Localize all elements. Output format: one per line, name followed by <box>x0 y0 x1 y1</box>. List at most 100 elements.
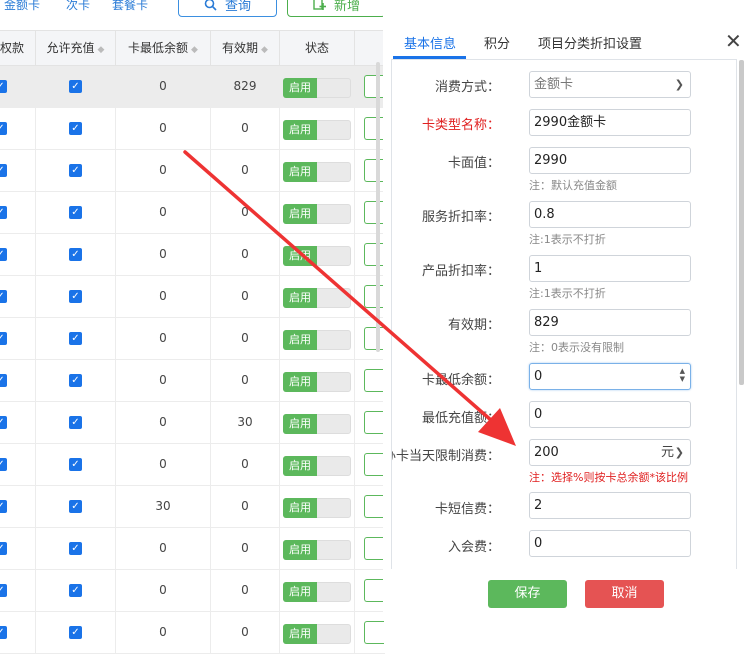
permission-checkbox[interactable]: ✓ <box>0 542 7 555</box>
col-header-min-balance[interactable]: 卡最低余额 ◆ <box>116 31 211 66</box>
permission-checkbox[interactable]: ✓ <box>0 416 7 429</box>
permission-checkbox[interactable]: ✓ <box>0 206 7 219</box>
allow-recharge-checkbox[interactable]: ✓ <box>69 500 82 513</box>
col-header-status[interactable]: 状态 <box>280 31 355 66</box>
tab-basic-info[interactable]: 基本信息 <box>404 33 456 52</box>
allow-recharge-checkbox[interactable]: ✓ <box>69 416 82 429</box>
tab-points[interactable]: 积分 <box>484 33 510 52</box>
permission-checkbox[interactable]: ✓ <box>0 332 7 345</box>
save-button[interactable]: 保存 <box>488 580 567 608</box>
row-action-button[interactable] <box>364 75 384 98</box>
table-row[interactable]: ✓ ✓ 0 829 启用 <box>0 66 385 108</box>
row-action-button[interactable] <box>364 117 384 140</box>
sms-fee-input[interactable]: 2 <box>529 492 691 519</box>
face-value-input[interactable]: 2990 <box>529 147 691 174</box>
spinner-icon[interactable]: ▲ ▼ <box>680 367 685 383</box>
table-row[interactable]: ✓ ✓ 0 0 启用 <box>0 108 385 150</box>
permission-checkbox[interactable]: ✓ <box>0 122 7 135</box>
table-row[interactable]: ✓ ✓ 0 0 启用 <box>0 360 385 402</box>
table-row[interactable]: ✓ ✓ 30 0 启用 <box>0 486 385 528</box>
row-action-button[interactable] <box>364 201 384 224</box>
allow-recharge-checkbox[interactable]: ✓ <box>69 206 82 219</box>
allow-recharge-checkbox[interactable]: ✓ <box>69 332 82 345</box>
permission-checkbox[interactable]: ✓ <box>0 626 7 639</box>
allow-recharge-checkbox[interactable]: ✓ <box>69 122 82 135</box>
row-action-button[interactable] <box>364 411 384 434</box>
row-action-button[interactable] <box>364 453 384 476</box>
unit-select[interactable]: 元 <box>661 440 674 465</box>
table-row[interactable]: ✓ ✓ 0 0 启用 <box>0 150 385 192</box>
tab-count-card[interactable]: 次卡 <box>66 0 90 13</box>
search-button[interactable]: 查询 <box>178 0 277 17</box>
table-row[interactable]: ✓ ✓ 0 0 启用 <box>0 444 385 486</box>
row-action-button[interactable] <box>364 369 384 392</box>
status-toggle[interactable]: 启用 <box>283 288 351 308</box>
row-action-button[interactable] <box>364 159 384 182</box>
tab-amount-card[interactable]: 金额卡 <box>4 0 40 13</box>
row-action-button[interactable] <box>364 537 384 560</box>
status-toggle[interactable]: 启用 <box>283 582 351 602</box>
cancel-button[interactable]: 取消 <box>585 580 664 608</box>
status-toggle[interactable]: 启用 <box>283 624 351 644</box>
col-header-allow-recharge[interactable]: 允许充值 ◆ <box>36 31 116 66</box>
allow-recharge-checkbox[interactable]: ✓ <box>69 80 82 93</box>
tab-package-card[interactable]: 套餐卡 <box>112 0 148 13</box>
row-action-button[interactable] <box>364 285 384 308</box>
permission-checkbox[interactable]: ✓ <box>0 458 7 471</box>
min-recharge-input[interactable]: 0 <box>529 401 691 428</box>
allow-recharge-checkbox[interactable]: ✓ <box>69 584 82 597</box>
table-row[interactable]: ✓ ✓ 0 30 启用 <box>0 402 385 444</box>
add-button[interactable]: 新增 <box>287 0 386 17</box>
permission-checkbox[interactable]: ✓ <box>0 248 7 261</box>
permission-checkbox[interactable]: ✓ <box>0 500 7 513</box>
allow-recharge-checkbox[interactable]: ✓ <box>69 164 82 177</box>
allow-recharge-checkbox[interactable]: ✓ <box>69 626 82 639</box>
table-row[interactable]: ✓ ✓ 0 0 启用 <box>0 318 385 360</box>
allow-recharge-checkbox[interactable]: ✓ <box>69 248 82 261</box>
status-toggle[interactable]: 启用 <box>283 120 351 140</box>
allow-recharge-checkbox[interactable]: ✓ <box>69 374 82 387</box>
join-fee-input[interactable]: 0 <box>529 530 691 557</box>
table-row[interactable]: ✓ ✓ 0 0 启用 <box>0 528 385 570</box>
tab-category-discount[interactable]: 项目分类折扣设置 <box>538 33 642 52</box>
valid-period-input[interactable]: 829 <box>529 309 691 336</box>
permission-checkbox[interactable]: ✓ <box>0 290 7 303</box>
table-scrollbar[interactable] <box>376 62 380 352</box>
row-action-button[interactable] <box>364 243 384 266</box>
col-header-valid-period[interactable]: 有效期 ◆ <box>211 31 280 66</box>
table-row[interactable]: ✓ ✓ 0 0 启用 <box>0 192 385 234</box>
status-toggle[interactable]: 启用 <box>283 372 351 392</box>
permission-checkbox[interactable]: ✓ <box>0 374 7 387</box>
status-toggle[interactable]: 启用 <box>283 414 351 434</box>
permission-checkbox[interactable]: ✓ <box>0 164 7 177</box>
consume-mode-select[interactable]: 金额卡 ❯ <box>529 71 691 98</box>
status-toggle[interactable]: 启用 <box>283 456 351 476</box>
status-toggle[interactable]: 启用 <box>283 204 351 224</box>
permission-checkbox[interactable]: ✓ <box>0 584 7 597</box>
permission-checkbox[interactable]: ✓ <box>0 80 7 93</box>
col-header-permission[interactable]: 权款 <box>0 31 36 66</box>
card-type-name-input[interactable]: 2990金额卡 <box>529 109 691 136</box>
table-row[interactable]: ✓ ✓ 0 0 启用 <box>0 612 385 654</box>
table-row[interactable]: ✓ ✓ 0 0 启用 <box>0 234 385 276</box>
status-toggle[interactable]: 启用 <box>283 540 351 560</box>
status-toggle[interactable]: 启用 <box>283 78 351 98</box>
row-action-button[interactable] <box>364 579 384 602</box>
form-scrollbar[interactable] <box>739 60 744 385</box>
min-balance-input[interactable]: 0 ▲ ▼ <box>529 363 691 390</box>
status-toggle[interactable]: 启用 <box>283 162 351 182</box>
status-toggle[interactable]: 启用 <box>283 330 351 350</box>
service-discount-input[interactable]: 0.8 <box>529 201 691 228</box>
row-action-button[interactable] <box>364 495 384 518</box>
day-limit-input[interactable]: 200 元 ❯ <box>529 439 691 466</box>
table-row[interactable]: ✓ ✓ 0 0 启用 <box>0 570 385 612</box>
allow-recharge-checkbox[interactable]: ✓ <box>69 542 82 555</box>
row-action-button[interactable] <box>364 621 384 644</box>
row-action-button[interactable] <box>364 327 384 350</box>
allow-recharge-checkbox[interactable]: ✓ <box>69 290 82 303</box>
status-toggle[interactable]: 启用 <box>283 498 351 518</box>
status-toggle[interactable]: 启用 <box>283 246 351 266</box>
table-row[interactable]: ✓ ✓ 0 0 启用 <box>0 276 385 318</box>
product-discount-input[interactable]: 1 <box>529 255 691 282</box>
allow-recharge-checkbox[interactable]: ✓ <box>69 458 82 471</box>
